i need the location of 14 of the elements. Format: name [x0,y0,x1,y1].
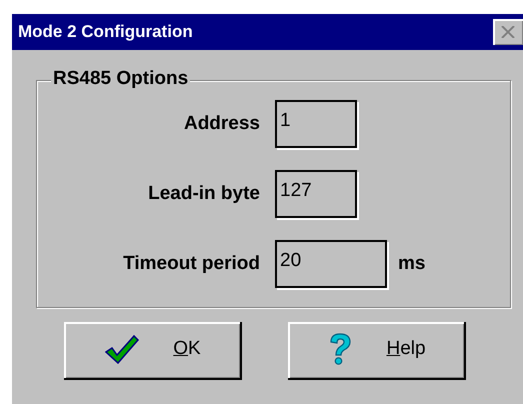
window-title: Mode 2 Configuration [18,22,193,42]
input-field[interactable]: 127 [275,170,357,218]
input-field[interactable]: 20 [275,240,387,288]
close-icon [501,26,515,38]
input-field[interactable]: 1 [275,100,357,148]
field-label: Address [182,113,260,135]
ok-button[interactable]: OK [64,322,242,380]
help-button[interactable]: Help [288,322,466,380]
unit-label: ms [398,253,426,275]
group-title: RS485 Options [51,68,190,90]
question-mark-icon [328,332,352,366]
field-label: Timeout period [122,253,260,275]
field-label: Lead-in byte [147,183,260,205]
checkmark-icon [105,334,140,364]
